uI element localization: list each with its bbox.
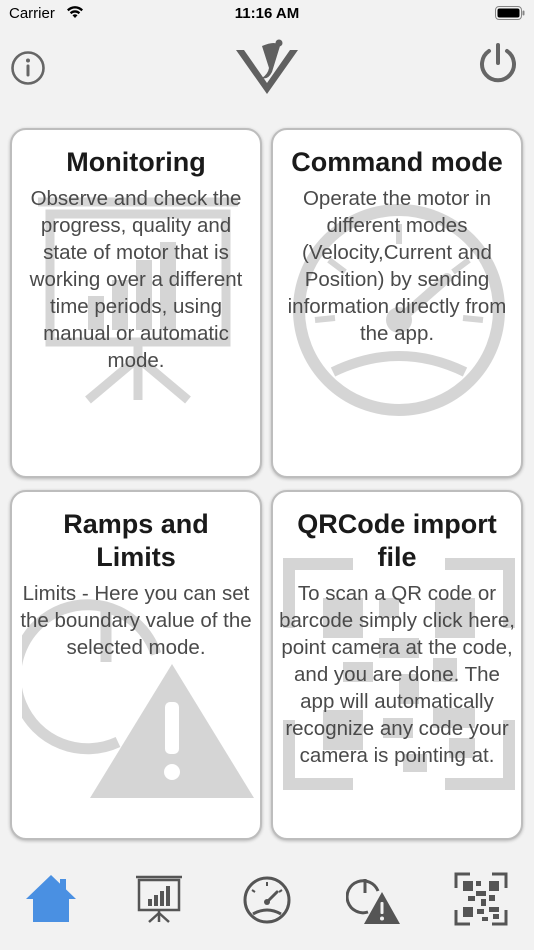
tab-bar <box>0 850 534 950</box>
tab-clock-warning-icon[interactable] <box>346 872 400 926</box>
qrcode-title: QRCode import file <box>297 509 497 572</box>
top-bar <box>0 30 534 110</box>
tab-qr-code-icon[interactable] <box>454 872 508 926</box>
qrcode-description: To scan a QR code or barcode simply clic… <box>279 582 515 767</box>
monitoring-title: Monitoring <box>66 147 206 177</box>
ramps-limits-card[interactable]: Ramps and Limits Limits - Here you can s… <box>10 490 262 840</box>
status-time: 11:16 AM <box>234 5 300 22</box>
ramps-limits-title: Ramps and Limits <box>63 509 209 572</box>
battery-icon <box>495 6 525 20</box>
monitoring-card[interactable]: Monitoring Observe and check the progres… <box>10 128 262 478</box>
ramps-limits-description: Limits - Here you can set the boundary v… <box>20 582 252 659</box>
monitoring-description: Observe and check the progress, quality … <box>29 187 243 372</box>
power-icon[interactable] <box>474 40 522 88</box>
qrcode-import-card[interactable]: QRCode import file To scan a QR code or … <box>271 490 523 840</box>
tab-home-icon[interactable] <box>24 872 78 926</box>
status-bar: Carrier 11:16 AM <box>0 0 534 30</box>
v-check-logo-icon <box>236 39 298 94</box>
command-mode-card[interactable]: Command mode Operate the motor in differ… <box>271 128 523 478</box>
tab-presentation-chart-icon[interactable] <box>132 872 186 926</box>
info-icon[interactable] <box>10 50 46 86</box>
command-mode-description: Operate the motor in different modes (Ve… <box>287 187 507 345</box>
tab-speedometer-icon[interactable] <box>240 872 294 926</box>
command-mode-title: Command mode <box>291 147 503 177</box>
